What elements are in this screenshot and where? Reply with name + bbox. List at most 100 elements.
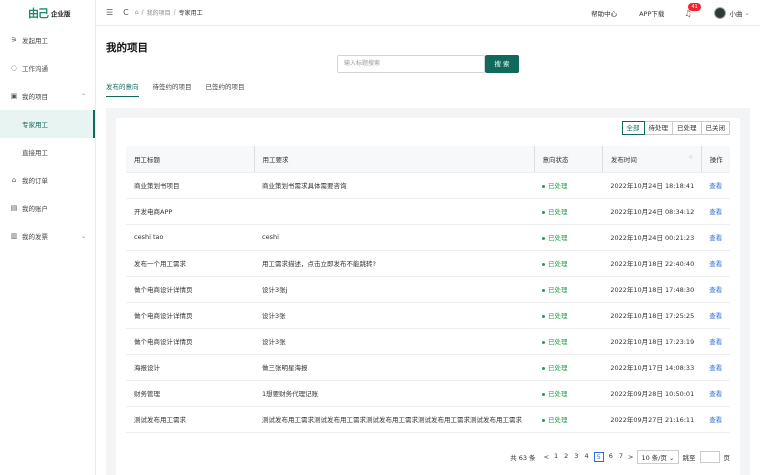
page-number[interactable]: 6 (608, 452, 614, 462)
cell-status: 已处理 (534, 250, 603, 277)
page-number[interactable]: 1 (553, 452, 559, 462)
col-requirement: 用工要求 (254, 146, 535, 173)
help-center-link[interactable]: 帮助中心 (591, 8, 617, 18)
status-text: 已处理 (548, 260, 568, 268)
sidebar-item-orders[interactable]: ⌂ 我的订单 (0, 166, 95, 194)
sidebar-item-label: 发起用工 (22, 37, 48, 45)
view-link[interactable]: 查看 (701, 198, 730, 225)
cell-time: 2022年10月18日 17:48:30 (602, 276, 702, 303)
table-row: 发布一个用工需求 用工需求描述，点击立即发布不能跳转? 已处理 2022年10月18日… (126, 250, 730, 277)
brand-logo[interactable]: 由己 企业版 (0, 0, 95, 26)
user-name[interactable]: 小曲 (730, 8, 743, 18)
view-link[interactable]: 查看 (701, 224, 730, 251)
cell-title: 做个电商设计详情页 (126, 328, 254, 355)
cell-requirement (254, 198, 535, 225)
menu-icon[interactable]: ☰ (106, 8, 113, 17)
chevron-down-icon[interactable]: ⌄ (745, 9, 750, 17)
table-header-row: 用工标题 用工要求 意向状态 发布时间 ◇ 操作 (126, 146, 730, 173)
table-row: 财务管理 1想要财务代理记账 已处理 2022年09月28日 10:50:01 查看 (126, 380, 730, 407)
pagination-prev[interactable]: < (544, 453, 549, 461)
page-number[interactable]: 7 (618, 452, 624, 462)
filter-closed[interactable]: 已关闭 (700, 121, 730, 135)
view-link[interactable]: 查看 (701, 276, 730, 303)
tab-published-intents[interactable]: 发布的意向 (106, 81, 139, 97)
view-link[interactable]: 查看 (701, 302, 730, 329)
pagination: 共 63 条 < 1234567 > 10 条/页 ⌄ 跳至 页 (510, 450, 730, 464)
filter-pending[interactable]: 待处理 (643, 121, 673, 135)
filter-all[interactable]: 全部 (621, 121, 645, 135)
sidebar-item-projects[interactable]: ▣ 我的项目 ⌃ (0, 82, 95, 110)
home-icon[interactable]: ⌂ (135, 9, 139, 16)
view-link[interactable]: 查看 (701, 172, 730, 199)
breadcrumb-item[interactable]: 我的项目 (147, 8, 171, 17)
status-dot (542, 184, 546, 188)
search-input[interactable]: 输入标题搜索 (337, 55, 485, 73)
breadcrumb-current: 专家用工 (178, 10, 203, 17)
cell-requirement: ceshi (254, 224, 535, 251)
status-dot (542, 340, 546, 344)
sidebar-subitem-expert-job[interactable]: 专家用工 (0, 110, 95, 138)
page-numbers: 1234567 (553, 452, 624, 462)
table-row: ceshi tao ceshi 已处理 2022年10月24日 00:21:23 查看 (126, 224, 730, 251)
cell-requirement: 设计3张j (254, 276, 535, 303)
invoice-icon: ▥ (10, 232, 18, 240)
col-title: 用工标题 (126, 146, 255, 173)
page-size-select[interactable]: 10 条/页 ⌄ (637, 450, 679, 464)
sidebar-item-send-job[interactable]: ⚞ 发起用工 (0, 26, 95, 54)
status-dot (542, 418, 546, 422)
col-action: 操作 (701, 146, 730, 173)
sidebar-item-invoices[interactable]: ▥ 我的发票 ⌄ (0, 222, 95, 250)
refresh-icon[interactable]: C (123, 8, 129, 17)
status-text: 已处理 (548, 416, 568, 424)
cell-requirement: 1想要财务代理记账 (254, 380, 535, 407)
cell-title: ceshi tao (126, 224, 254, 251)
sidebar-item-account[interactable]: ▤ 我的账户 (0, 194, 95, 222)
col-time[interactable]: 发布时间 ◇ (602, 146, 702, 173)
cell-status: 已处理 (534, 198, 603, 225)
chevron-up-icon: ⌃ (80, 92, 86, 100)
status-text: 已处理 (548, 234, 568, 242)
cell-title: 海报设计 (126, 354, 254, 381)
view-link[interactable]: 查看 (701, 406, 730, 433)
app-download-link[interactable]: APP下载 (639, 8, 664, 18)
view-link[interactable]: 查看 (701, 354, 730, 381)
cell-status: 已处理 (534, 380, 603, 407)
cell-title: 做个电商设计详情页 (126, 276, 254, 303)
page-number[interactable]: 4 (583, 452, 589, 462)
sort-icon[interactable]: ◇ (689, 154, 693, 160)
avatar[interactable] (713, 7, 726, 19)
bell-icon[interactable]: ♫ 41 (684, 2, 701, 18)
search-button[interactable]: 搜 索 (485, 55, 519, 73)
page-number[interactable]: 2 (563, 452, 569, 462)
tab-signed[interactable]: 已签约的项目 (206, 81, 245, 97)
view-link[interactable]: 查看 (701, 380, 730, 407)
intent-table: 用工标题 用工要求 意向状态 发布时间 ◇ 操作 商业策划书项目 商业策划书需求具… (126, 146, 730, 433)
cell-title: 财务管理 (126, 380, 254, 407)
page-number[interactable]: 5 (593, 452, 604, 462)
cell-title: 商业策划书项目 (126, 172, 254, 199)
status-text: 已处理 (548, 182, 568, 190)
status-dot (542, 366, 546, 370)
cell-time: 2022年10月24日 18:18:41 (602, 172, 702, 199)
page-title: 我的项目 (106, 42, 148, 54)
sidebar-item-label: 我的发票 (22, 233, 48, 241)
notification-badge: 41 (688, 2, 701, 11)
filter-processed[interactable]: 已处理 (672, 121, 702, 135)
sidebar-item-chat[interactable]: ◌ 工作沟通 (0, 54, 95, 82)
status-text: 已处理 (548, 390, 568, 398)
tab-pending-sign[interactable]: 待签约的项目 (153, 81, 192, 97)
view-link[interactable]: 查看 (701, 250, 730, 277)
page-number[interactable]: 3 (573, 452, 579, 462)
cell-time: 2022年09月27日 21:16:11 (602, 406, 702, 433)
view-link[interactable]: 查看 (701, 328, 730, 355)
sidebar-subitem-direct-job[interactable]: 直接用工 (0, 138, 95, 166)
cell-time: 2022年10月24日 08:34:12 (602, 198, 702, 225)
col-status: 意向状态 (534, 146, 603, 173)
goto-label: 跳至 (682, 454, 696, 462)
status-dot (542, 262, 546, 266)
goto-page-input[interactable] (699, 451, 720, 463)
status-text: 已处理 (548, 208, 568, 216)
cell-time: 2022年10月18日 17:25:25 (602, 302, 702, 329)
pagination-next[interactable]: > (628, 453, 633, 461)
status-text: 已处理 (548, 312, 568, 320)
